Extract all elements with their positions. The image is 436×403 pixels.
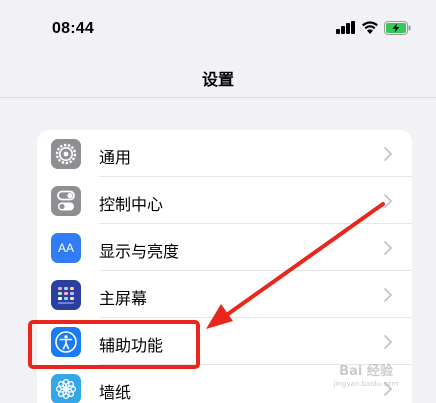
chevron-right-icon bbox=[384, 288, 393, 302]
annotation-highlight-box bbox=[28, 320, 200, 369]
settings-row-label: 墙纸 bbox=[99, 383, 132, 402]
chevron-right-icon bbox=[384, 194, 393, 208]
settings-row-label: 通用 bbox=[99, 148, 132, 167]
nav-bar: 设置 bbox=[0, 52, 436, 98]
settings-row-home-screen[interactable]: 主屏幕 bbox=[37, 271, 412, 318]
watermark-sub: jingyan.baidu.com bbox=[333, 380, 399, 388]
signal-icon bbox=[336, 21, 356, 34]
battery-charging-icon bbox=[384, 21, 411, 35]
status-time: 08:44 bbox=[52, 20, 94, 37]
settings-row-label: 控制中心 bbox=[99, 195, 164, 214]
status-icons bbox=[336, 20, 416, 36]
chevron-right-icon bbox=[384, 335, 393, 349]
settings-row-label: 显示与亮度 bbox=[99, 242, 180, 261]
watermark: Bai 经验 jingyan.baidu.com bbox=[316, 360, 416, 400]
home-screen-grid-icon bbox=[51, 280, 81, 310]
settings-row-general[interactable]: 通用 bbox=[37, 130, 412, 177]
chevron-right-icon bbox=[384, 241, 393, 255]
status-bar: 08:44 bbox=[0, 0, 436, 52]
settings-row-label: 主屏幕 bbox=[99, 289, 148, 308]
toggles-icon bbox=[51, 186, 81, 216]
text-size-icon: AA bbox=[51, 233, 81, 263]
settings-row-control-center[interactable]: 控制中心 bbox=[37, 177, 412, 224]
wallpaper-flower-icon bbox=[51, 374, 81, 403]
watermark-text: Bai 经验 bbox=[339, 364, 393, 379]
settings-row-display-brightness[interactable]: AA 显示与亮度 bbox=[37, 224, 412, 271]
wifi-icon bbox=[362, 21, 378, 34]
gear-icon bbox=[51, 139, 81, 169]
chevron-right-icon bbox=[384, 147, 393, 161]
text-size-icon-glyph: AA bbox=[57, 241, 74, 255]
page-title: 设置 bbox=[201, 70, 234, 89]
